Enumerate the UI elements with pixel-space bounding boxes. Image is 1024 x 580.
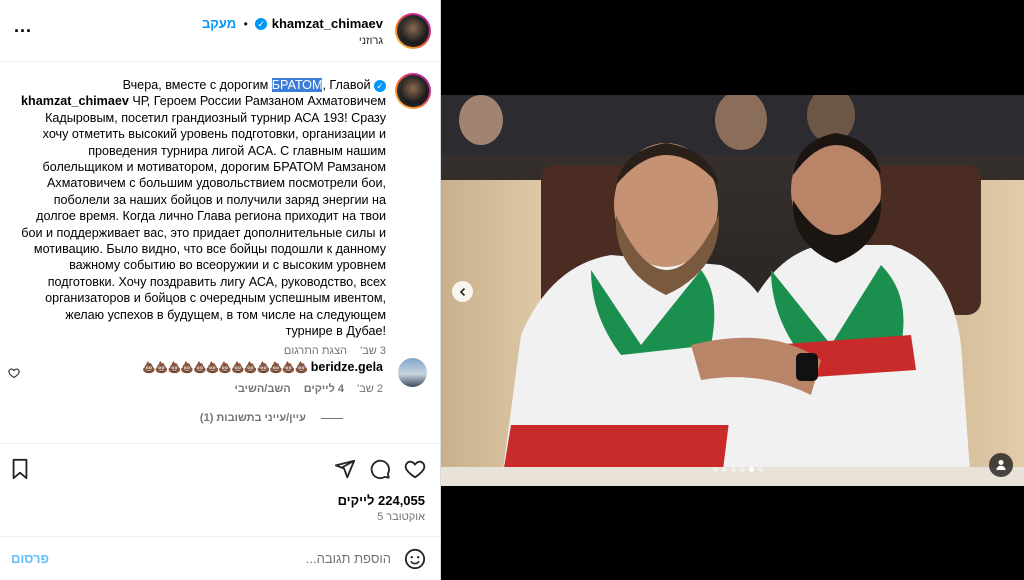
post-date: 5 אוקטובר bbox=[377, 511, 425, 523]
comment-text: 💩💩💩💩💩💩💩💩💩💩💩💩💩 bbox=[142, 362, 308, 374]
bookmark-icon[interactable] bbox=[8, 457, 32, 481]
carousel-dot bbox=[740, 467, 745, 472]
verified-badge-icon: ✓ bbox=[255, 17, 268, 30]
verified-badge-icon: ✓ bbox=[374, 79, 386, 92]
action-bar bbox=[0, 443, 441, 493]
post-photo[interactable] bbox=[441, 95, 1024, 486]
post-details-panel: מעקב • ✓ khamzat_chimaev גרוזני ... Вчер… bbox=[0, 0, 441, 580]
carousel-dot bbox=[758, 467, 763, 472]
view-replies-button[interactable]: עיין/עייני בתשובות (1) bbox=[200, 412, 306, 424]
likes-count[interactable]: 224,055 לייקים bbox=[338, 493, 425, 508]
caption-highlight: БРАТОМ bbox=[271, 78, 323, 92]
comment-item: 💩💩💩💩💩💩💩💩💩💩💩💩💩 beridze.gela 2 שב' 4 לייקי… bbox=[0, 352, 441, 442]
comment-input[interactable]: הוספת תגובה... bbox=[306, 551, 391, 566]
carousel-dot bbox=[731, 467, 736, 472]
comment-like-heart-icon[interactable] bbox=[8, 366, 20, 379]
user-icon bbox=[996, 460, 1006, 470]
commenter-avatar[interactable] bbox=[398, 358, 427, 387]
separator-dot: • bbox=[243, 17, 248, 31]
comment-reply-button[interactable]: השב/השיבי bbox=[235, 383, 291, 395]
carousel-dot-active bbox=[749, 467, 754, 472]
view-replies-line bbox=[321, 417, 343, 419]
photo-illustration bbox=[441, 95, 1024, 486]
author-username[interactable]: khamzat_chimaev bbox=[272, 16, 383, 31]
caption-body: ЧР, Героем России Рамзаном Ахматовичем К… bbox=[21, 94, 386, 339]
commenter-username[interactable]: beridze.gela bbox=[311, 360, 383, 374]
post-header: מעקב • ✓ khamzat_chimaev גרוזני ... bbox=[0, 0, 441, 62]
post-caption: Вчера, вместе с дорогим БРАТОМ, Главой ✓… bbox=[18, 77, 386, 359]
caption-username[interactable]: khamzat_chimaev bbox=[21, 94, 129, 108]
post-comment-button[interactable]: פרסום bbox=[11, 551, 49, 566]
share-icon[interactable] bbox=[333, 457, 357, 481]
follow-button[interactable]: מעקב bbox=[202, 16, 236, 31]
comment-time[interactable]: 2 שב' bbox=[357, 383, 383, 395]
carousel-dot bbox=[722, 467, 727, 472]
more-options-icon[interactable]: ... bbox=[14, 16, 32, 37]
carousel-dots bbox=[713, 467, 763, 472]
tagged-users-button[interactable] bbox=[989, 453, 1013, 477]
carousel-prev-button[interactable] bbox=[452, 281, 473, 302]
media-panel bbox=[441, 0, 1024, 580]
post-location[interactable]: גרוזני bbox=[359, 35, 383, 47]
comment-likes[interactable]: 4 לייקים bbox=[304, 383, 344, 395]
add-comment-bar: הוספת תגובה... פרסום bbox=[0, 536, 441, 580]
caption-text-start: Вчера, вместе с дорогим bbox=[122, 78, 269, 92]
caption-author-avatar[interactable] bbox=[395, 73, 431, 109]
chevron-left-icon bbox=[459, 287, 465, 296]
comment-icon[interactable] bbox=[368, 457, 392, 481]
heart-icon[interactable] bbox=[403, 457, 427, 481]
carousel-dot bbox=[713, 467, 718, 472]
author-avatar[interactable] bbox=[395, 13, 431, 49]
caption-text-mid: , Главой bbox=[322, 78, 371, 92]
emoji-icon[interactable] bbox=[404, 548, 426, 570]
